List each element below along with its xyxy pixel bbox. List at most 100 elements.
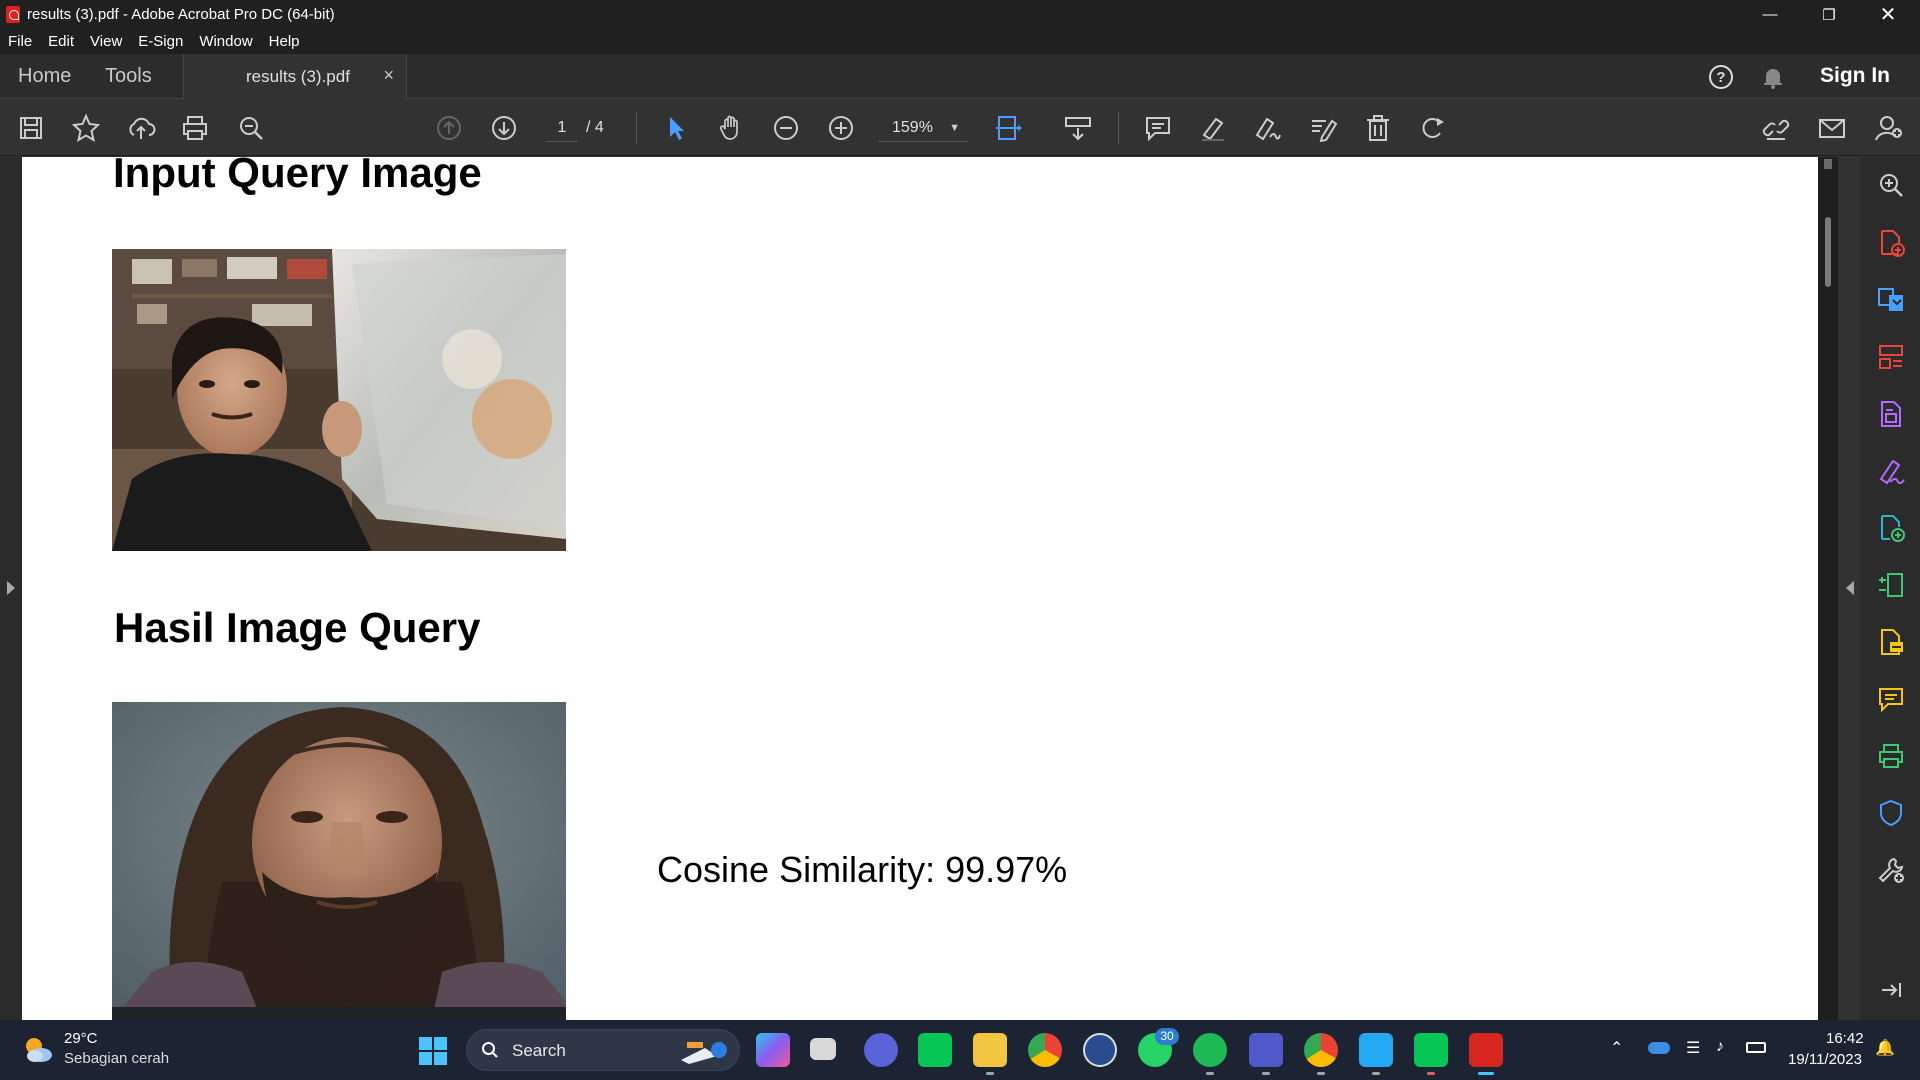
tab-document[interactable]: results (3).pdf × bbox=[183, 54, 407, 100]
scrollbar-thumb[interactable] bbox=[1825, 217, 1831, 287]
search-highlight-icon bbox=[681, 1042, 727, 1064]
minimize-button[interactable]: — bbox=[1742, 0, 1798, 29]
battery-icon[interactable] bbox=[1746, 1042, 1766, 1053]
meet-chat-icon[interactable] bbox=[864, 1033, 898, 1067]
zoom-level-value: 159% bbox=[892, 119, 933, 136]
send-for-comments-icon[interactable] bbox=[1875, 512, 1907, 544]
volume-icon[interactable]: ♪ bbox=[1716, 1038, 1724, 1056]
page-number-input[interactable]: 1 bbox=[546, 114, 578, 142]
chrome-profile-icon[interactable] bbox=[1304, 1033, 1338, 1067]
wifi-icon[interactable]: ☰ bbox=[1686, 1038, 1700, 1058]
expand-left-panel-icon[interactable] bbox=[7, 581, 15, 595]
running-indicator bbox=[1206, 1072, 1214, 1075]
weather-temperature: 29°C bbox=[64, 1030, 98, 1047]
tab-home[interactable]: Home bbox=[18, 54, 71, 99]
line-app-icon[interactable] bbox=[918, 1033, 952, 1067]
upload-icon[interactable] bbox=[125, 112, 157, 144]
edit-pdf-icon[interactable] bbox=[1875, 398, 1907, 430]
fit-page-icon[interactable] bbox=[992, 112, 1024, 144]
tab-bar: Home Tools results (3).pdf × ? Sign In bbox=[0, 54, 1920, 100]
page-up-icon[interactable] bbox=[433, 112, 465, 144]
acrobat-taskbar-icon[interactable] bbox=[1469, 1033, 1503, 1067]
right-tools-panel bbox=[1860, 157, 1920, 1020]
scrollbar-track-top bbox=[1824, 159, 1832, 169]
bookmark-star-icon[interactable] bbox=[70, 112, 102, 144]
search-zoom-icon[interactable] bbox=[1875, 169, 1907, 201]
create-pdf-icon[interactable] bbox=[1875, 227, 1907, 259]
zoom-level-select[interactable]: 159% ▼ bbox=[878, 114, 968, 142]
close-window-button[interactable]: ✕ bbox=[1860, 0, 1916, 29]
acrobat-app-icon bbox=[6, 6, 20, 23]
chevron-down-icon: ▼ bbox=[949, 122, 960, 134]
file-explorer-icon[interactable] bbox=[973, 1033, 1007, 1067]
app-seal-icon[interactable] bbox=[1083, 1033, 1117, 1067]
comment-panel-icon[interactable] bbox=[1875, 683, 1907, 715]
help-icon[interactable]: ? bbox=[1708, 64, 1734, 90]
menu-help[interactable]: Help bbox=[269, 33, 300, 50]
notification-bell-icon[interactable] bbox=[1760, 64, 1786, 90]
left-nav-collapsed[interactable] bbox=[0, 157, 22, 1020]
export-pdf-icon[interactable] bbox=[1875, 284, 1907, 316]
collapse-panel-icon[interactable] bbox=[1875, 974, 1907, 1006]
rotate-icon[interactable] bbox=[1417, 112, 1449, 144]
start-button[interactable] bbox=[419, 1037, 447, 1065]
fill-sign-icon[interactable] bbox=[1875, 455, 1907, 487]
toolbar-divider bbox=[636, 112, 637, 144]
menu-edit[interactable]: Edit bbox=[48, 33, 74, 50]
pdf-page: Input Query Image Hasil Image Query Cosi… bbox=[22, 157, 1818, 1020]
main-toolbar: 1 / 4 159% ▼ bbox=[0, 100, 1920, 156]
comment-icon[interactable] bbox=[1142, 112, 1174, 144]
delete-icon[interactable] bbox=[1362, 112, 1394, 144]
print-production-icon[interactable] bbox=[1875, 740, 1907, 772]
tab-tools[interactable]: Tools bbox=[105, 54, 152, 99]
copilot-pre-icon[interactable] bbox=[756, 1033, 790, 1067]
find-zoom-icon[interactable] bbox=[235, 112, 267, 144]
tab-close-icon[interactable]: × bbox=[383, 65, 394, 86]
windows-taskbar: 29°C Sebagian cerah Search 30 ⌃ ☰ ♪ 16:4… bbox=[0, 1020, 1920, 1080]
vertical-scrollbar[interactable] bbox=[1818, 157, 1838, 1020]
restore-button[interactable]: ❐ bbox=[1801, 0, 1857, 29]
account-icon[interactable] bbox=[1872, 112, 1904, 144]
protect-icon[interactable] bbox=[1875, 797, 1907, 829]
title-bar: results (3).pdf - Adobe Acrobat Pro DC (… bbox=[0, 0, 1920, 29]
link-icon[interactable] bbox=[1760, 112, 1792, 144]
teams-icon[interactable] bbox=[1249, 1033, 1283, 1067]
vscode-icon[interactable] bbox=[1359, 1033, 1393, 1067]
zoom-in-icon[interactable] bbox=[825, 112, 857, 144]
onedrive-icon[interactable] bbox=[1648, 1042, 1670, 1054]
task-view-icon[interactable] bbox=[810, 1038, 836, 1060]
collapse-right-panel-icon[interactable] bbox=[1846, 581, 1854, 595]
right-panel-toggle[interactable] bbox=[1838, 157, 1860, 1020]
line-app-icon-2[interactable] bbox=[1414, 1033, 1448, 1067]
spotify-icon[interactable] bbox=[1193, 1033, 1227, 1067]
compress-icon[interactable] bbox=[1875, 569, 1907, 601]
menu-window[interactable]: Window bbox=[199, 33, 252, 50]
chevron-up-icon[interactable]: ⌃ bbox=[1610, 1038, 1623, 1058]
print-icon[interactable] bbox=[179, 112, 211, 144]
document-viewport[interactable]: Input Query Image Hasil Image Query Cosi… bbox=[22, 157, 1818, 1020]
clock-time[interactable]: 16:42 bbox=[1826, 1030, 1864, 1047]
scan-ocr-icon[interactable] bbox=[1875, 626, 1907, 658]
sign-in-button[interactable]: Sign In bbox=[1820, 64, 1890, 88]
chrome-icon[interactable] bbox=[1028, 1033, 1062, 1067]
more-tools-icon[interactable] bbox=[1875, 854, 1907, 886]
sign-icon[interactable] bbox=[1252, 112, 1284, 144]
page-down-icon[interactable] bbox=[488, 112, 520, 144]
scroll-mode-icon[interactable] bbox=[1062, 112, 1094, 144]
hand-icon[interactable] bbox=[715, 112, 747, 144]
taskbar-search[interactable]: Search bbox=[466, 1029, 740, 1071]
weather-partly-sunny-icon[interactable] bbox=[22, 1034, 54, 1066]
zoom-out-icon[interactable] bbox=[770, 112, 802, 144]
running-indicator bbox=[1262, 1072, 1270, 1075]
save-icon[interactable] bbox=[15, 112, 47, 144]
menu-esign[interactable]: E-Sign bbox=[138, 33, 183, 50]
email-icon[interactable] bbox=[1816, 112, 1848, 144]
notification-center-icon[interactable]: 🔔 bbox=[1875, 1038, 1895, 1058]
select-cursor-icon[interactable] bbox=[660, 112, 692, 144]
highlight-icon[interactable] bbox=[1197, 112, 1229, 144]
organize-pages-icon[interactable] bbox=[1875, 341, 1907, 373]
menu-file[interactable]: File bbox=[8, 33, 32, 50]
edit-icon[interactable] bbox=[1307, 112, 1339, 144]
clock-date[interactable]: 19/11/2023 bbox=[1788, 1051, 1862, 1068]
menu-view[interactable]: View bbox=[90, 33, 122, 50]
